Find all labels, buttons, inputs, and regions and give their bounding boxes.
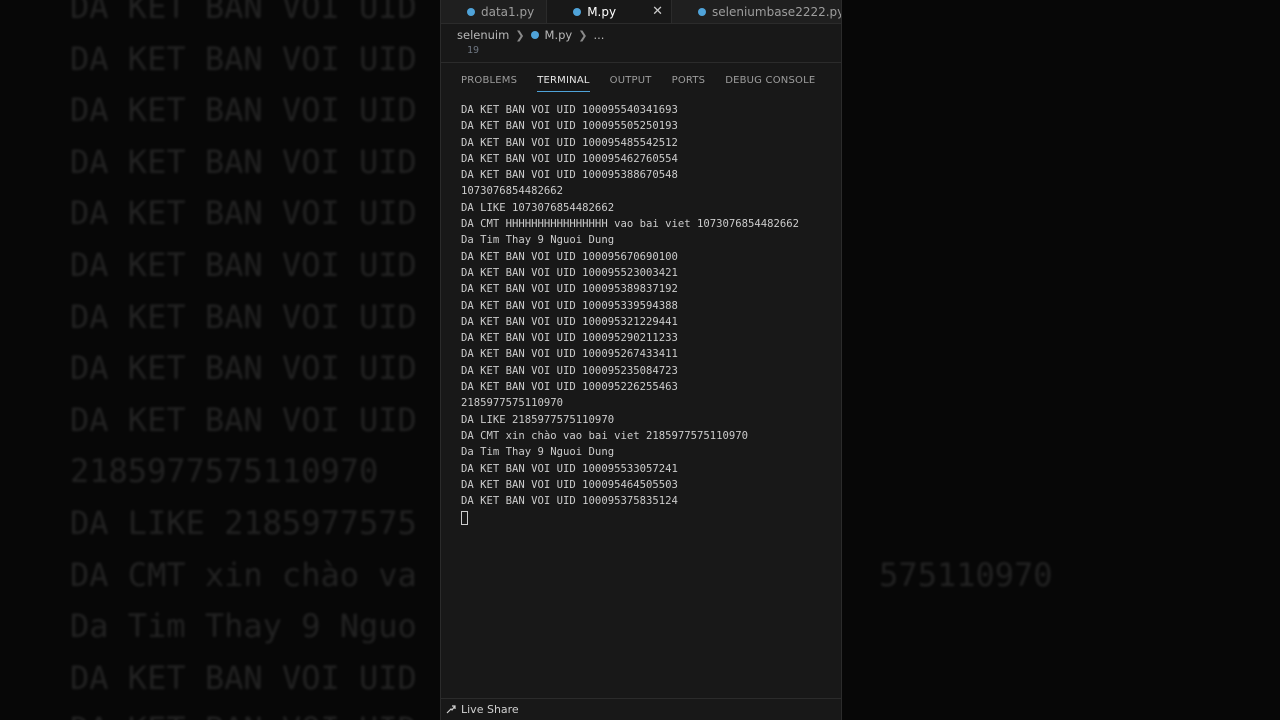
terminal-line: DA KET BAN VOI UID 100095375835124 [461, 495, 678, 508]
breadcrumb-more[interactable]: ... [593, 28, 604, 42]
status-bar: Live Share [441, 698, 841, 720]
terminal-line: DA CMT xin chào vao bai viet 21859775751… [461, 429, 749, 442]
tab-label: data1.py [481, 4, 535, 19]
tab-debug-console[interactable]: DEBUG CONSOLE [725, 67, 815, 94]
breadcrumb-file[interactable]: M.py [545, 28, 573, 42]
python-file-icon [698, 7, 706, 16]
close-icon[interactable]: ✕ [652, 4, 663, 19]
terminal-line: DA LIKE 1073076854482662 [461, 201, 615, 214]
terminal-line: Da Tim Thay 9 Nguoi Dung [461, 234, 615, 247]
tab-problems[interactable]: PROBLEMS [461, 67, 517, 94]
terminal-line: DA KET BAN VOI UID 100095388670548 [461, 169, 678, 182]
terminal-output[interactable]: DA KET BAN VOI UID 100095540341693 DA KET… [441, 98, 841, 531]
terminal-line: DA KET BAN VOI UID 100095462760554 [461, 152, 678, 165]
tab-data1-py[interactable]: data1.py [441, 0, 548, 23]
breadcrumb-folder[interactable]: selenuim [457, 28, 509, 42]
live-share-icon [446, 704, 456, 713]
tab-label: seleniumbase2222.py [712, 4, 842, 19]
terminal-line: DA KET BAN VOI UID 100095290211233 [461, 332, 678, 345]
terminal-line: DA KET BAN VOI UID 100095505250193 [461, 120, 678, 133]
terminal-line: DA KET BAN VOI UID 100095670690100 [461, 250, 678, 263]
terminal-line: DA KET BAN VOI UID 100095540341693 [461, 104, 678, 116]
editor-tab-bar: data1.py M.py ✕ seleniumbase2222.py [441, 0, 841, 24]
chevron-right-icon: ❯ [578, 28, 588, 42]
terminal-line: DA CMT HHHHHHHHHHHHHHHH vao bai viet 107… [461, 218, 800, 231]
chevron-right-icon: ❯ [515, 28, 525, 42]
terminal-cursor [461, 511, 468, 526]
terminal-line: DA KET BAN VOI UID 100095523003421 [461, 266, 678, 279]
terminal-line: DA KET BAN VOI UID 100095389837192 [461, 283, 678, 296]
terminal-line: DA LIKE 2185977575110970 [461, 413, 615, 426]
tab-output[interactable]: OUTPUT [610, 67, 652, 94]
tab-seleniumbase2222-py[interactable]: seleniumbase2222.py [672, 0, 842, 23]
line-number: 19 [467, 45, 480, 56]
terminal-line: Da Tim Thay 9 Nguoi Dung [461, 446, 615, 459]
tab-m-py[interactable]: M.py ✕ [547, 0, 672, 23]
terminal-line: DA KET BAN VOI UID 100095235084723 [461, 364, 678, 377]
live-share-label: Live Share [461, 703, 519, 716]
python-file-icon [530, 31, 539, 39]
tab-terminal[interactable]: TERMINAL [537, 67, 591, 94]
terminal-line: 1073076854482662 [461, 185, 564, 198]
terminal-line: DA KET BAN VOI UID 100095267433411 [461, 348, 678, 361]
video-frame: DA KET BAN VOI UID DA KET BAN VOI UID DA K… [0, 0, 1280, 720]
terminal-line: DA KET BAN VOI UID 100095321229441 [461, 315, 678, 328]
tab-label: M.py [587, 4, 617, 19]
vscode-window: data1.py M.py ✕ seleniumbase2222.py sele… [440, 0, 842, 720]
live-share-button[interactable]: Live Share [445, 703, 519, 716]
breadcrumb: selenuim ❯ M.py ❯ ... [441, 24, 841, 46]
terminal-line: 2185977575110970 [461, 397, 564, 410]
terminal-line: DA KET BAN VOI UID 100095533057241 [461, 462, 678, 475]
python-file-icon [573, 7, 582, 16]
terminal-line: DA KET BAN VOI UID 100095485542512 [461, 136, 678, 149]
python-file-icon [467, 7, 475, 16]
tab-ports[interactable]: PORTS [672, 67, 706, 94]
terminal-line: DA KET BAN VOI UID 100095464505503 [461, 478, 678, 491]
terminal-line: DA KET BAN VOI UID 100095226255463 [461, 381, 678, 394]
terminal-line: DA KET BAN VOI UID 100095339594388 [461, 299, 678, 312]
panel-tab-bar: PROBLEMS TERMINAL OUTPUT PORTS DEBUG CON… [441, 62, 841, 98]
